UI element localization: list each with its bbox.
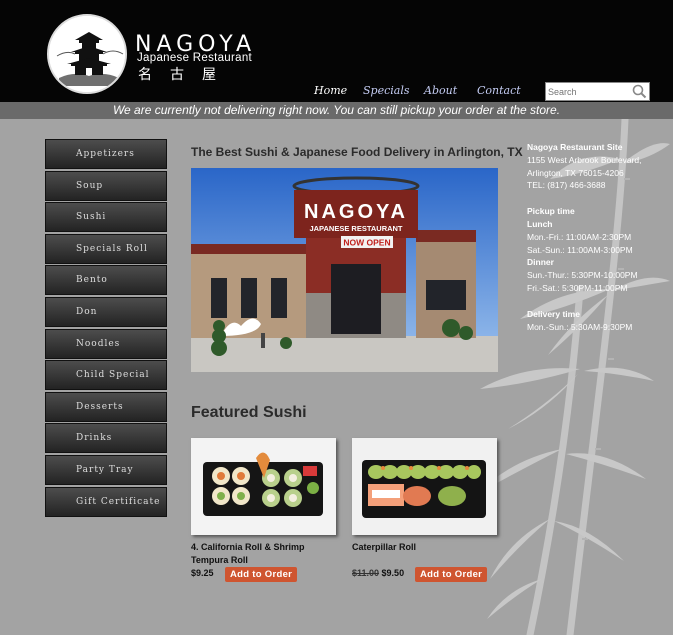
- delivery-notice: We are currently not delivering right no…: [0, 102, 673, 119]
- menu-item-bento[interactable]: Bento: [45, 265, 167, 296]
- photo-sign-sub: JAPANESE RESTAURANT: [309, 224, 402, 233]
- menu-item-sushi[interactable]: Sushi: [45, 202, 167, 233]
- info-site-title: Nagoya Restaurant Site: [527, 142, 623, 152]
- nav-contact[interactable]: Contact: [477, 84, 521, 97]
- product-image-california-roll[interactable]: [191, 438, 336, 535]
- photo-sign: NAGOYA: [304, 201, 408, 223]
- product-image-caterpillar-roll[interactable]: [352, 438, 497, 535]
- sale-price: $9.50: [381, 568, 405, 578]
- product-name-caterpillar-roll[interactable]: Caterpillar Roll: [352, 541, 416, 554]
- info-delivery-hours: Mon.-Sun.: 5:30AM-9:30PM: [527, 321, 633, 332]
- menu-item-gift-certificate[interactable]: Gift Certificate: [45, 486, 167, 517]
- nav-home[interactable]: Home: [314, 84, 347, 97]
- magnifier-icon[interactable]: [630, 83, 648, 100]
- header: NAGOYA Japanese Restaurant 名古屋 Home Spec…: [0, 0, 673, 102]
- page-title: The Best Sushi & Japanese Food Delivery …: [191, 145, 523, 159]
- restaurant-photo: NAGOYA JAPANESE RESTAURANT NOW OPEN: [191, 168, 498, 372]
- nav-about[interactable]: About: [424, 84, 457, 97]
- info-tel: TEL: (817) 466-3688: [527, 180, 606, 191]
- category-menu: Appetizers Soup Sushi Specials Roll Bent…: [45, 139, 167, 518]
- logo-subtitle: Japanese Restaurant: [137, 52, 253, 64]
- menu-item-child-special[interactable]: Child Special: [45, 360, 167, 391]
- photo-now-open: NOW OPEN: [343, 238, 390, 248]
- info-delivery-title: Delivery time: [527, 308, 580, 319]
- product-price-caterpillar-roll: $11.00 $9.50: [352, 568, 404, 578]
- product-name-california-roll[interactable]: 4. California Roll & Shrimp Tempura Roll: [191, 541, 336, 567]
- menu-item-specials-roll[interactable]: Specials Roll: [45, 233, 167, 264]
- castle-logo-icon[interactable]: [47, 14, 127, 94]
- info-dinner-weekday: Sun.-Thur.: 5:30PM-10:00PM: [527, 270, 638, 281]
- info-dinner-weekend: Fri.-Sat.: 5:30PM-11:00PM: [527, 282, 628, 293]
- menu-item-noodles[interactable]: Noodles: [45, 328, 167, 359]
- info-address1: 1155 West Arbrook Boulevard,: [527, 154, 642, 165]
- nav-specials[interactable]: Specials: [363, 84, 410, 97]
- info-dinner-title: Dinner: [527, 257, 554, 268]
- menu-item-appetizers[interactable]: Appetizers: [45, 139, 167, 169]
- menu-item-don[interactable]: Don: [45, 296, 167, 327]
- product-price-california-roll: $9.25: [191, 568, 214, 578]
- menu-item-desserts[interactable]: Desserts: [45, 391, 167, 422]
- add-to-order-button[interactable]: Add to Order: [225, 567, 298, 582]
- restaurant-info: Nagoya Restaurant Site 1155 West Arbrook…: [527, 141, 673, 333]
- old-price: $11.00: [352, 568, 380, 578]
- info-lunch-weekend: Sat.-Sun.: 11:00AM-3:00PM: [527, 244, 633, 255]
- menu-item-party-tray[interactable]: Party Tray: [45, 454, 167, 485]
- search-box: [545, 82, 650, 101]
- logo-kanji: 名古屋: [138, 67, 234, 83]
- info-address2: Arlington, TX 76015-4206: [527, 167, 624, 178]
- search-input[interactable]: [548, 84, 626, 99]
- info-lunch-title: Lunch: [527, 218, 553, 229]
- menu-item-drinks[interactable]: Drinks: [45, 423, 167, 454]
- featured-title: Featured Sushi: [191, 404, 307, 421]
- menu-item-soup[interactable]: Soup: [45, 170, 167, 201]
- info-pickup-title: Pickup time: [527, 206, 575, 217]
- add-to-order-button[interactable]: Add to Order: [415, 567, 488, 582]
- info-lunch-weekday: Mon.-Fri.: 11:00AM-2:30PM: [527, 231, 632, 242]
